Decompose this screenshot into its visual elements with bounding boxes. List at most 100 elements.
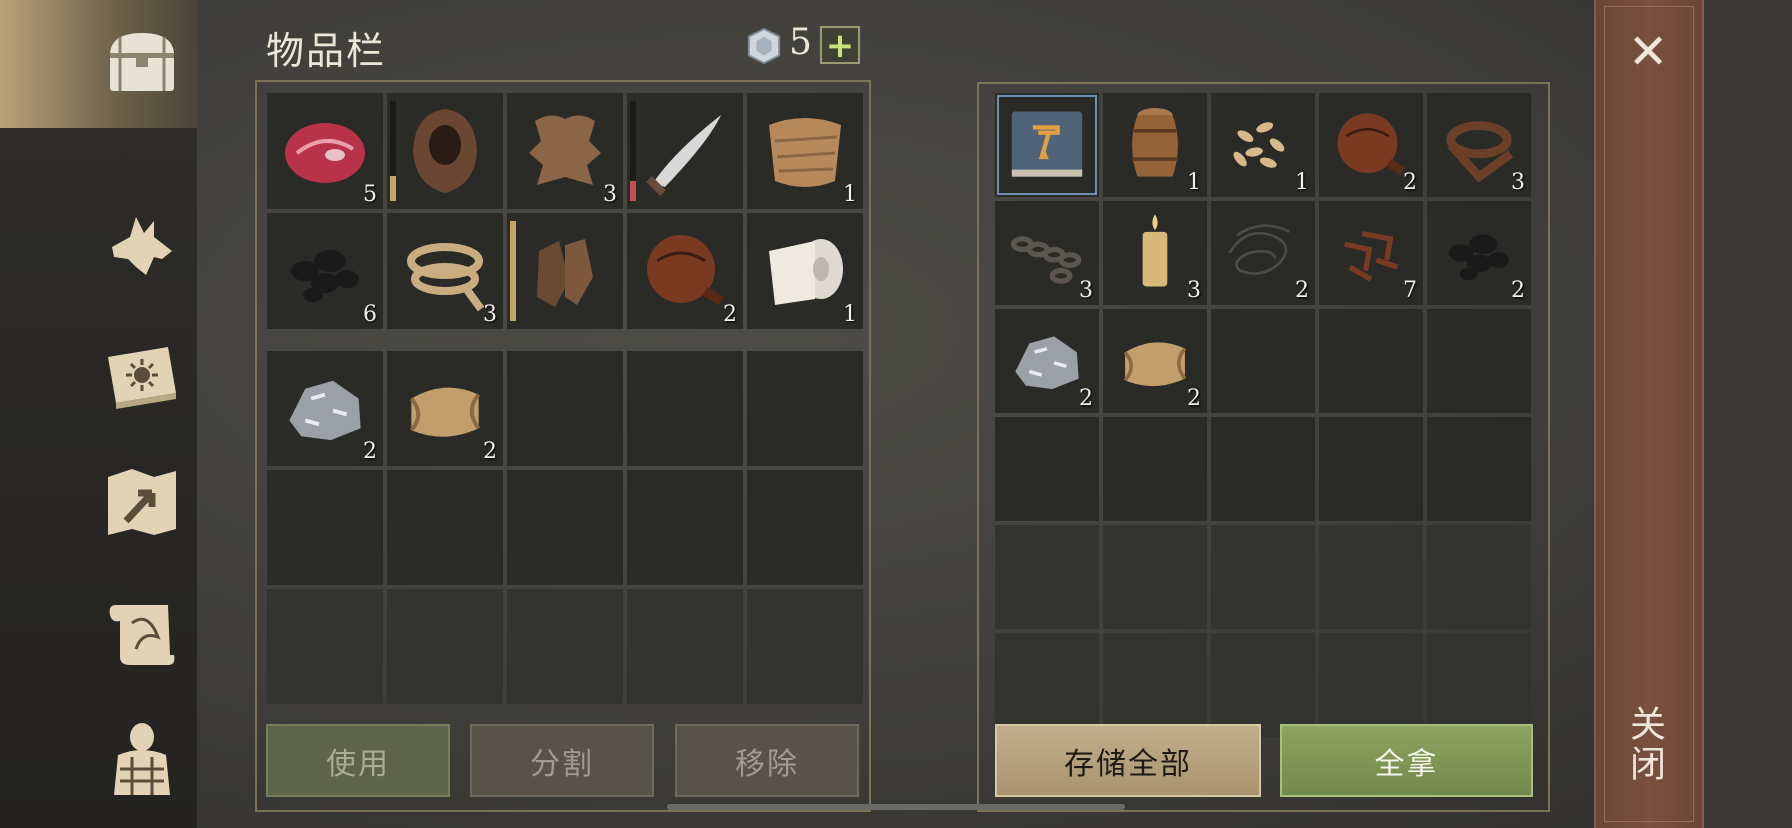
storage-slot[interactable]: 2 — [1103, 309, 1207, 413]
leather-roll-icon — [1123, 342, 1187, 387]
storage-empty-slot[interactable] — [1427, 309, 1531, 413]
bag-slot[interactable] — [387, 93, 503, 209]
bag-extra-empty-slot[interactable] — [387, 470, 503, 585]
storage-empty-slot[interactable] — [1427, 417, 1531, 521]
bag-extra-empty-slot[interactable] — [507, 351, 623, 466]
sidebar-item-map[interactable] — [97, 458, 187, 548]
storage-empty-slot[interactable] — [995, 633, 1099, 737]
bag-extra-empty-slot[interactable] — [267, 589, 383, 704]
bag-extra-empty-slot[interactable] — [627, 470, 743, 585]
item-quantity: 2 — [1187, 386, 1201, 411]
leather-strap-icon — [1446, 121, 1514, 183]
storage-empty-slot[interactable] — [1427, 525, 1531, 629]
storage-empty-slot[interactable] — [1211, 417, 1315, 521]
storage-empty-slot[interactable] — [1211, 309, 1315, 413]
coal-icon — [291, 250, 359, 302]
item-quantity: 2 — [483, 439, 497, 464]
storage-slot[interactable]: 2 — [1319, 93, 1423, 197]
bag-slot[interactable] — [507, 213, 623, 329]
bag-slot[interactable]: 3 — [507, 93, 623, 209]
storage-empty-slot[interactable] — [1319, 417, 1423, 521]
item-quantity: 1 — [843, 302, 857, 327]
storage-slot[interactable]: 1 — [1211, 93, 1315, 197]
map-icon — [108, 469, 176, 535]
hood-icon — [413, 109, 477, 193]
hide-icon — [529, 115, 601, 185]
inventory-title: 物品栏 — [266, 29, 387, 73]
item-quantity: 2 — [1079, 386, 1093, 411]
bag-slot[interactable] — [627, 93, 743, 209]
storage-empty-slot[interactable] — [1319, 525, 1423, 629]
barrel-icon — [1132, 108, 1178, 177]
gem-icon — [747, 27, 781, 65]
sidebar-item-inventory[interactable] — [97, 18, 187, 108]
storage-slot[interactable]: 2 — [995, 309, 1099, 413]
sidebar-item-character[interactable] — [97, 712, 187, 802]
item-quantity: 1 — [1295, 170, 1309, 195]
blueprint-book-icon — [1011, 111, 1083, 177]
storage-empty-slot[interactable] — [1427, 633, 1531, 737]
storage-slot[interactable]: 2 — [1427, 201, 1531, 305]
durability-bar — [630, 101, 636, 201]
storage-empty-slot[interactable] — [1319, 633, 1423, 737]
inventory-extra-grid: 22 — [267, 351, 863, 704]
sidebar-item-quests[interactable] — [97, 588, 187, 678]
bag-slot[interactable]: 5 — [267, 93, 383, 209]
bag-extra-empty-slot[interactable] — [267, 470, 383, 585]
sidebar-item-pets[interactable] — [97, 202, 187, 292]
close-panel[interactable] — [1594, 0, 1704, 828]
bag-slot[interactable]: 1 — [747, 213, 863, 329]
add-gems-button[interactable]: + — [820, 26, 860, 64]
bag-extra-slot[interactable]: 2 — [267, 351, 383, 466]
storage-empty-slot[interactable] — [1103, 525, 1207, 629]
cloth-icon — [769, 118, 841, 187]
split-button[interactable]: 分割 — [470, 724, 654, 797]
remove-button[interactable]: 移除 — [675, 724, 859, 797]
bag-extra-empty-slot[interactable] — [387, 589, 503, 704]
bag-slot[interactable]: 6 — [267, 213, 383, 329]
storage-empty-slot[interactable] — [1211, 525, 1315, 629]
storage-empty-slot[interactable] — [1211, 633, 1315, 737]
storage-empty-slot[interactable] — [995, 417, 1099, 521]
bag-extra-empty-slot[interactable] — [747, 470, 863, 585]
horizontal-scrollbar[interactable] — [667, 804, 1125, 810]
storage-empty-slot[interactable] — [1319, 309, 1423, 413]
coal-icon — [1449, 234, 1509, 281]
take-all-button[interactable]: 全拿 — [1280, 724, 1533, 797]
waterskin-icon — [1337, 113, 1406, 176]
sidebar-item-skills[interactable] — [97, 332, 187, 422]
gem-count: 5 — [789, 22, 812, 63]
bag-extra-empty-slot[interactable] — [507, 589, 623, 704]
item-quantity: 3 — [603, 182, 617, 207]
close-label[interactable]: 关闭 — [1624, 705, 1670, 785]
storage-empty-slot[interactable] — [1103, 417, 1207, 521]
storage-slot[interactable] — [995, 93, 1099, 197]
waterskin-icon — [647, 235, 724, 306]
storage-slot[interactable]: 3 — [995, 201, 1099, 305]
storage-slot[interactable]: 3 — [1427, 93, 1531, 197]
item-quantity: 2 — [723, 302, 737, 327]
bag-extra-empty-slot[interactable] — [747, 351, 863, 466]
bag-extra-empty-slot[interactable] — [627, 351, 743, 466]
storage-slot[interactable]: 7 — [1319, 201, 1423, 305]
storage-empty-slot[interactable] — [995, 525, 1099, 629]
bandage-icon — [769, 239, 843, 305]
bag-extra-empty-slot[interactable] — [507, 470, 623, 585]
item-quantity: 5 — [363, 182, 377, 207]
storage-slot[interactable]: 3 — [1103, 201, 1207, 305]
close-icon[interactable]: ✕ — [1628, 28, 1668, 76]
bag-slot[interactable]: 3 — [387, 213, 503, 329]
item-quantity: 2 — [1295, 278, 1309, 303]
bag-extra-slot[interactable]: 2 — [387, 351, 503, 466]
bag-slot[interactable]: 1 — [747, 93, 863, 209]
bag-slot[interactable]: 2 — [627, 213, 743, 329]
item-quantity: 2 — [363, 439, 377, 464]
storage-empty-slot[interactable] — [1103, 633, 1207, 737]
store-all-button[interactable]: 存储全部 — [995, 724, 1261, 797]
use-button[interactable]: 使用 — [266, 724, 450, 797]
bag-extra-empty-slot[interactable] — [747, 589, 863, 704]
iron-ore-icon — [1015, 336, 1079, 390]
storage-slot[interactable]: 1 — [1103, 93, 1207, 197]
bag-extra-empty-slot[interactable] — [627, 589, 743, 704]
storage-slot[interactable]: 2 — [1211, 201, 1315, 305]
